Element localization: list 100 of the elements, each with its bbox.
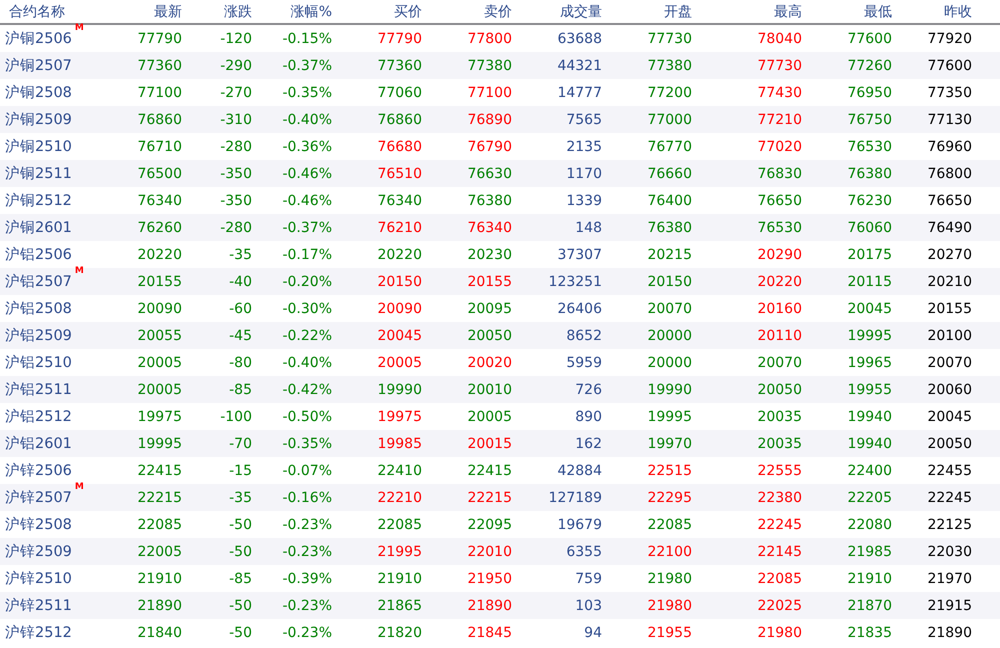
table-cell-text: 20155	[466, 274, 512, 290]
table-cell-text: 20090	[136, 300, 182, 316]
table-cell-text: 19970	[646, 436, 692, 452]
column-header: 最低	[863, 2, 892, 20]
table-cell-text: -0.35%	[281, 84, 332, 100]
table-cell-text: 76790	[466, 138, 512, 154]
table-cell-text: 103	[574, 598, 602, 614]
column-header: 买价	[393, 2, 422, 20]
contract-name: 沪铝2507	[5, 272, 72, 291]
table-cell-text: 21910	[376, 570, 422, 586]
table-cell-text: 76400	[646, 192, 692, 208]
table-cell-text: 21915	[926, 598, 972, 614]
table-cell-text: 20045	[376, 328, 422, 344]
table-cell-text: -85	[228, 570, 252, 586]
table-cell-text: 37307	[556, 246, 602, 262]
table-cell-text: 20220	[756, 274, 802, 290]
contract-name: 沪铝2601	[5, 434, 72, 453]
table-cell-text: 162	[574, 436, 602, 452]
column-header: 成交量	[559, 2, 602, 20]
table-cell-text: 77020	[756, 138, 802, 154]
table-cell-text: 726	[574, 382, 602, 398]
table-cell-text: -0.07%	[281, 462, 332, 478]
table-cell-text: 22215	[466, 490, 512, 506]
table-cell-text: 22100	[646, 544, 692, 560]
table-cell-text: 22210	[376, 490, 422, 506]
table-cell-text: 21835	[846, 624, 892, 640]
table-cell-text: 76650	[926, 192, 972, 208]
table-cell-text: 1170	[565, 166, 602, 182]
table-cell-text: 20055	[136, 328, 182, 344]
table-cell-text: 19940	[846, 408, 892, 424]
table-cell-text: -0.23%	[281, 516, 332, 532]
table-cell-text: 22030	[926, 544, 972, 560]
table-cell-text: 20220	[376, 246, 422, 262]
table-cell-text: 21845	[466, 624, 512, 640]
table-cell-text: 76710	[136, 138, 182, 154]
table-cell-text: -0.37%	[281, 58, 332, 74]
column-header: 涨跌	[223, 2, 252, 20]
table-cell-text: 19975	[376, 408, 422, 424]
table-cell-text: 76060	[846, 220, 892, 236]
table-cell-text: 7565	[565, 112, 602, 128]
table-cell-text: 22085	[646, 516, 692, 532]
table-cell-text: 20110	[756, 328, 802, 344]
table-cell-text: -45	[228, 328, 252, 344]
table-cell-text: -0.37%	[281, 220, 332, 236]
table-cell-text: 19985	[376, 436, 422, 452]
contract-name: 沪铝2509	[5, 326, 72, 345]
table-cell-text: 76380	[846, 166, 892, 182]
table-cell-text: 1339	[565, 192, 602, 208]
table-cell-text: 20020	[466, 354, 512, 370]
contract-name: 沪铜2507	[5, 56, 72, 75]
table-cell-text: 20050	[756, 382, 802, 398]
table-cell-text: -100	[219, 408, 252, 424]
table-cell-text: 2135	[565, 138, 602, 154]
table-cell-text: 20035	[756, 408, 802, 424]
table-cell-text: 76800	[926, 166, 972, 182]
table-cell-text: -0.42%	[281, 382, 332, 398]
table-cell-text: 21865	[376, 598, 422, 614]
table-cell-text: -270	[219, 84, 252, 100]
table-cell-text: 94	[583, 624, 602, 640]
table-cell-text: -0.22%	[281, 328, 332, 344]
table-cell-text: 5959	[565, 354, 602, 370]
table-cell-text: 44321	[556, 58, 602, 74]
table-cell-text: -0.39%	[281, 570, 332, 586]
table-cell-text: 19990	[646, 382, 692, 398]
table-cell-text: 19990	[376, 382, 422, 398]
table-cell-text: -290	[219, 58, 252, 74]
table-cell-text: -0.30%	[281, 300, 332, 316]
table-cell-text: 123251	[548, 274, 602, 290]
table-cell-text: -0.46%	[281, 192, 332, 208]
contract-name: 沪铜2511	[5, 164, 72, 183]
table-cell-text: -35	[228, 490, 252, 506]
table-cell-text: -0.40%	[281, 112, 332, 128]
table-cell-text: 20010	[466, 382, 512, 398]
table-cell-text: 22455	[926, 462, 972, 478]
table-cell-text: 77350	[926, 84, 972, 100]
table-cell-text: 20050	[466, 328, 512, 344]
table-cell-text: 20070	[756, 354, 802, 370]
table-cell-text: 78040	[756, 30, 802, 46]
table-cell-text: -50	[228, 624, 252, 640]
table-cell-text: 20050	[926, 436, 972, 452]
table-cell-text: 77800	[466, 30, 512, 46]
table-cell-text: 22080	[846, 516, 892, 532]
table-cell-text: 42884	[556, 462, 602, 478]
table-cell-text: -0.20%	[281, 274, 332, 290]
table-cell-text: 76530	[846, 138, 892, 154]
table-cell-text: 22410	[376, 462, 422, 478]
table-cell-text: 26406	[556, 300, 602, 316]
table-cell-text: 19995	[136, 436, 182, 452]
table-cell-text: 76530	[756, 220, 802, 236]
column-header: 昨收	[943, 2, 972, 20]
main-contract-marker: M	[74, 23, 84, 33]
table-cell-text: 22205	[846, 490, 892, 506]
contract-name: 沪锌2507	[5, 488, 72, 507]
table-cell-text: 22245	[756, 516, 802, 532]
table-cell-text: 19995	[846, 328, 892, 344]
table-cell-text: 77260	[846, 58, 892, 74]
table-cell-text: 22245	[926, 490, 972, 506]
table-cell-text: 20100	[926, 328, 972, 344]
table-cell-text: -85	[228, 382, 252, 398]
table-cell-text: 76230	[846, 192, 892, 208]
